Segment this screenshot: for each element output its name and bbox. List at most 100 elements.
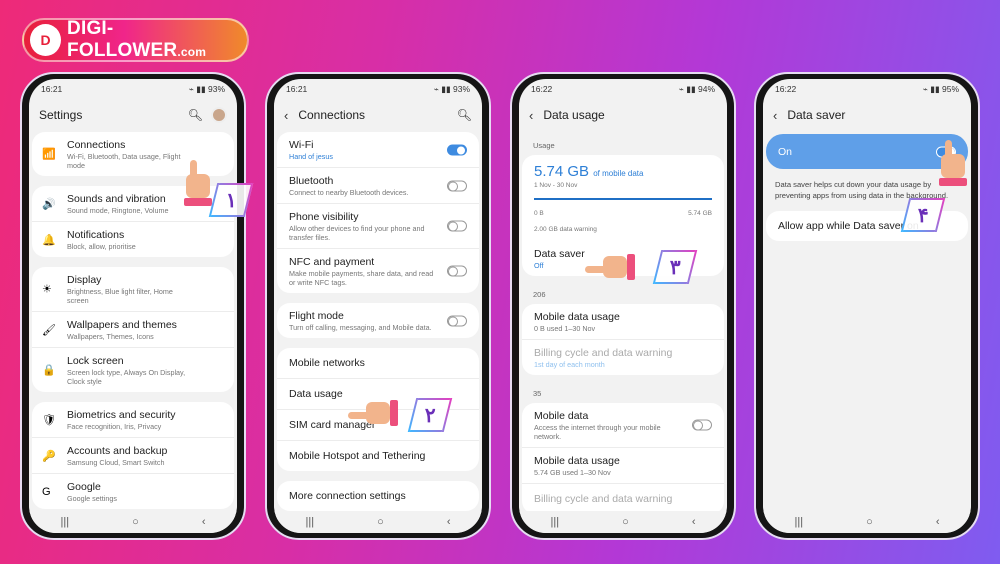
- item-title: Billing cycle and data warning: [534, 493, 673, 505]
- home-button[interactable]: ○: [866, 516, 873, 528]
- recent-apps-button[interactable]: |||: [61, 516, 70, 528]
- item-title: Sounds and vibration: [67, 193, 166, 205]
- item-subtitle: Turn off calling, messaging, and Mobile …: [289, 323, 432, 332]
- toggle-switch[interactable]: [447, 180, 467, 191]
- list-item[interactable]: 🔔 Notifications Block, allow, prioritise: [32, 222, 234, 257]
- back-button[interactable]: ‹: [284, 108, 288, 123]
- hand-palm: [603, 256, 627, 278]
- range-max: 5.74 GB: [688, 210, 712, 217]
- toggle-switch[interactable]: [447, 265, 467, 277]
- list-item[interactable]: Wi-Fi Hand of jesus: [277, 132, 479, 168]
- list-item[interactable]: Billing cycle and data warning 1st day of…: [522, 340, 724, 375]
- usage-summary: 5.74 GB of mobile data 1 Nov - 30 Nov 0 B 5…: [522, 155, 724, 241]
- page-title: Data usage: [543, 108, 605, 122]
- page-title: Data saver: [787, 108, 846, 122]
- phone-screen: 16:22 ⌁ ▮▮ 94% ‹ Data usage Usage 5.74 GB of …: [519, 79, 727, 533]
- toggle-switch[interactable]: [692, 419, 712, 431]
- list-item[interactable]: 🖌 Wallpapers and themes Wallpapers, Themes…: [32, 312, 234, 348]
- content-list[interactable]: On Data saver helps cut down your data us…: [763, 134, 971, 511]
- avatar[interactable]: [211, 107, 227, 123]
- status-right: ⌁ ▮▮ 93%: [189, 84, 225, 95]
- toggle-switch[interactable]: [447, 144, 467, 155]
- pointing-hand-icon: [935, 140, 975, 186]
- recent-apps-button[interactable]: |||: [306, 516, 315, 528]
- sim-card: Mobile data usage 0 B used 1–30 Nov Billin…: [522, 304, 724, 375]
- pointing-hand-icon: [585, 252, 635, 280]
- brand-logo: D DIGI-FOLLOWER.com: [22, 18, 249, 62]
- back-button[interactable]: ‹: [529, 108, 533, 123]
- item-subtitle: Face recognition, Iris, Privacy: [67, 422, 162, 431]
- list-item[interactable]: Bluetooth Connect to nearby Bluetooth dev…: [277, 168, 479, 204]
- item-title: Connections: [67, 139, 126, 151]
- item-subtitle: 0 B used 1–30 Nov: [534, 324, 596, 333]
- item-subtitle: Hand of jesus: [289, 152, 333, 161]
- item-subtitle: Allow other devices to find your phone a…: [289, 224, 425, 242]
- step-number: ۱: [225, 189, 237, 212]
- list-item[interactable]: Mobile data Access the internet through y…: [522, 403, 724, 448]
- item-title: Notifications: [67, 229, 125, 241]
- list-item[interactable]: 🔒 Lock screen Screen lock type, Always On …: [32, 348, 234, 392]
- back-nav-button[interactable]: ‹: [692, 516, 696, 528]
- item-title: Mobile Hotspot and Tethering: [289, 450, 426, 462]
- logo-mark-icon: D: [30, 24, 62, 56]
- list-item[interactable]: More connection settings: [277, 481, 479, 511]
- recent-apps-button[interactable]: |||: [551, 516, 560, 528]
- back-nav-button[interactable]: ‹: [936, 516, 940, 528]
- recent-apps-button[interactable]: |||: [795, 516, 804, 528]
- navigation-bar: ||| ○ ‹: [519, 511, 727, 533]
- phone-screen: 16:21 ⌁ ▮▮ 93% ‹ Connections 🔍︎ Wi-Fi Hand of …: [274, 79, 482, 533]
- data-warning: 2.00 GB data warning: [534, 226, 597, 233]
- back-nav-button[interactable]: ‹: [202, 516, 206, 528]
- list-item[interactable]: 🔑 Accounts and backup Samsung Cloud, Smart…: [32, 438, 234, 474]
- toggle-switch[interactable]: [447, 315, 467, 326]
- content-list[interactable]: Wi-Fi Hand of jesus Bluetooth Connect to ne…: [274, 132, 482, 511]
- content-list[interactable]: Usage 5.74 GB of mobile data 1 Nov - 30 No…: [519, 137, 727, 511]
- step-number: ۲: [424, 404, 436, 427]
- item-title: Bluetooth: [289, 175, 334, 187]
- usage-period: 1 Nov - 30 Nov: [534, 182, 578, 189]
- usage-suffix: of mobile data: [593, 169, 644, 178]
- list-item[interactable]: Mobile data usage 5.74 GB used 1–30 Nov: [522, 448, 724, 484]
- toggle-switch[interactable]: [447, 220, 467, 232]
- list-item[interactable]: Mobile Hotspot and Tethering: [277, 441, 479, 471]
- item-title: Biometrics and security: [67, 409, 176, 421]
- pointing-hand-icon: [348, 398, 398, 426]
- hand-palm: [941, 154, 965, 178]
- usage-amount: 5.74 GB of mobile data: [534, 163, 712, 180]
- settings-card: 🛡 Biometrics and security Face recognition…: [32, 402, 234, 509]
- list-item[interactable]: NFC and payment Make mobile payments, sha…: [277, 249, 479, 293]
- list-item[interactable]: Flight mode Turn off calling, messaging, …: [277, 303, 479, 338]
- pointing-hand-icon: [180, 160, 220, 206]
- list-item[interactable]: Mobile networks: [277, 348, 479, 379]
- home-button[interactable]: ○: [132, 516, 139, 528]
- item-subtitle: Sound mode, Ringtone, Volume: [67, 206, 169, 215]
- item-subtitle: 1st day of each month: [534, 360, 605, 369]
- item-subtitle: Wi-Fi, Bluetooth, Data usage, Flight mod…: [67, 152, 181, 170]
- list-item[interactable]: G Google Google settings: [32, 474, 234, 509]
- item-subtitle: Connect to nearby Bluetooth devices.: [289, 188, 409, 197]
- list-item[interactable]: Billing cycle and data warning: [522, 484, 724, 511]
- hand-cuff: [627, 254, 635, 280]
- back-button[interactable]: ‹: [773, 108, 777, 123]
- status-right: ⌁ ▮▮ 95%: [923, 84, 959, 95]
- search-icon[interactable]: 🔍︎: [188, 108, 203, 122]
- status-time: 16:21: [41, 84, 63, 94]
- list-item[interactable]: Mobile data usage 0 B used 1–30 Nov: [522, 304, 724, 340]
- status-bar: 16:22 ⌁ ▮▮ 94%: [531, 84, 715, 95]
- sim-label: 35: [533, 389, 542, 398]
- list-item[interactable]: Phone visibility Allow other devices to f…: [277, 204, 479, 249]
- list-item[interactable]: 🛡 Biometrics and security Face recognition…: [32, 402, 234, 438]
- logo-text: DIGI-FOLLOWER: [67, 18, 178, 61]
- list-item[interactable]: ☀ Display Brightness, Blue light filter, H…: [32, 267, 234, 312]
- home-button[interactable]: ○: [377, 516, 384, 528]
- usage-progress-bar: [534, 198, 712, 200]
- battery-level: 94%: [697, 84, 715, 94]
- phone-2: 16:21 ⌁ ▮▮ 93% ‹ Connections 🔍︎ Wi-Fi Hand of …: [265, 72, 491, 540]
- status-time: 16:22: [775, 84, 797, 94]
- speaker-icon: 🔊: [42, 198, 56, 210]
- phone-1: 16:21 ⌁ ▮▮ 93% Settings 🔍︎ 📶 Connections Wi-Fi…: [20, 72, 246, 540]
- search-icon[interactable]: 🔍︎: [457, 108, 472, 122]
- back-nav-button[interactable]: ‹: [447, 516, 451, 528]
- home-button[interactable]: ○: [622, 516, 629, 528]
- item-title: Wi-Fi: [289, 139, 314, 151]
